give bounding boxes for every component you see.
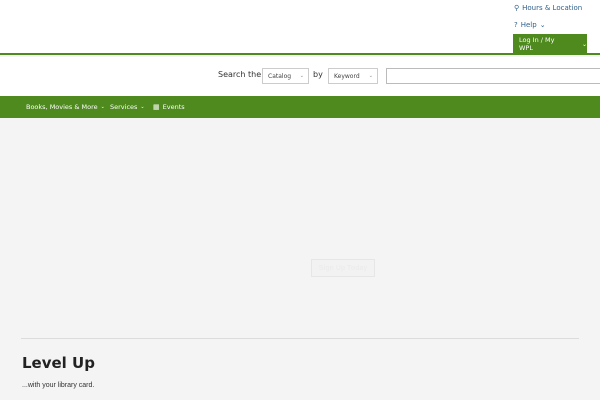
- chevron-down-icon: ⌄: [581, 40, 587, 48]
- section-divider: [21, 338, 579, 339]
- sign-up-button[interactable]: Sign Up Today: [311, 259, 375, 277]
- search-type-value: Keyword: [334, 72, 360, 80]
- promo-subtitle: ...with your library card.: [22, 382, 95, 389]
- search-scope-value: Catalog: [268, 72, 292, 80]
- nav-item-label: Books, Movies & More: [26, 103, 98, 111]
- chevron-down-icon: ⌄: [100, 104, 105, 110]
- hours-location-link[interactable]: ⚲ Hours & Location: [514, 4, 582, 12]
- nav-item-services[interactable]: Services ⌄: [110, 96, 145, 118]
- chevron-down-icon: ⌄: [299, 73, 304, 79]
- promo-title: Level Up: [22, 354, 95, 372]
- nav-item-events[interactable]: ▦ Events: [153, 96, 185, 118]
- search-scope-select[interactable]: Catalog ⌄: [262, 68, 309, 84]
- chevron-down-icon: ⌄: [368, 73, 373, 79]
- search-input[interactable]: [386, 68, 600, 84]
- hero-banner: Sign Up Today: [0, 118, 600, 338]
- login-label: Log In / My WPL: [519, 36, 555, 52]
- chevron-down-icon: ⌄: [539, 21, 546, 29]
- help-link[interactable]: ? Help ⌄: [514, 21, 546, 29]
- nav-item-books-movies-more[interactable]: Books, Movies & More ⌄: [26, 96, 105, 118]
- nav-item-label: Services: [110, 103, 138, 111]
- search-the-label: Search the: [218, 70, 262, 79]
- by-label: by: [313, 70, 323, 79]
- question-circle-icon: ?: [514, 21, 518, 29]
- chevron-down-icon: ⌄: [140, 104, 145, 110]
- calendar-icon: ▦: [153, 103, 160, 111]
- catalog-search-bar: Search the Catalog ⌄ by Keyword ⌄: [0, 57, 600, 96]
- main-nav: Books, Movies & More ⌄ Services ⌄ ▦ Even…: [0, 96, 600, 118]
- help-label: Help: [520, 21, 537, 29]
- login-button[interactable]: Log In / My WPL ⌄: [513, 34, 587, 54]
- nav-item-label: Events: [162, 103, 185, 111]
- search-type-select[interactable]: Keyword ⌄: [328, 68, 378, 84]
- map-marker-icon: ⚲: [514, 4, 520, 12]
- hours-location-label: Hours & Location: [522, 4, 583, 12]
- site-header: ⚲ Hours & Location ? Help ⌄ Log In / My …: [0, 0, 600, 55]
